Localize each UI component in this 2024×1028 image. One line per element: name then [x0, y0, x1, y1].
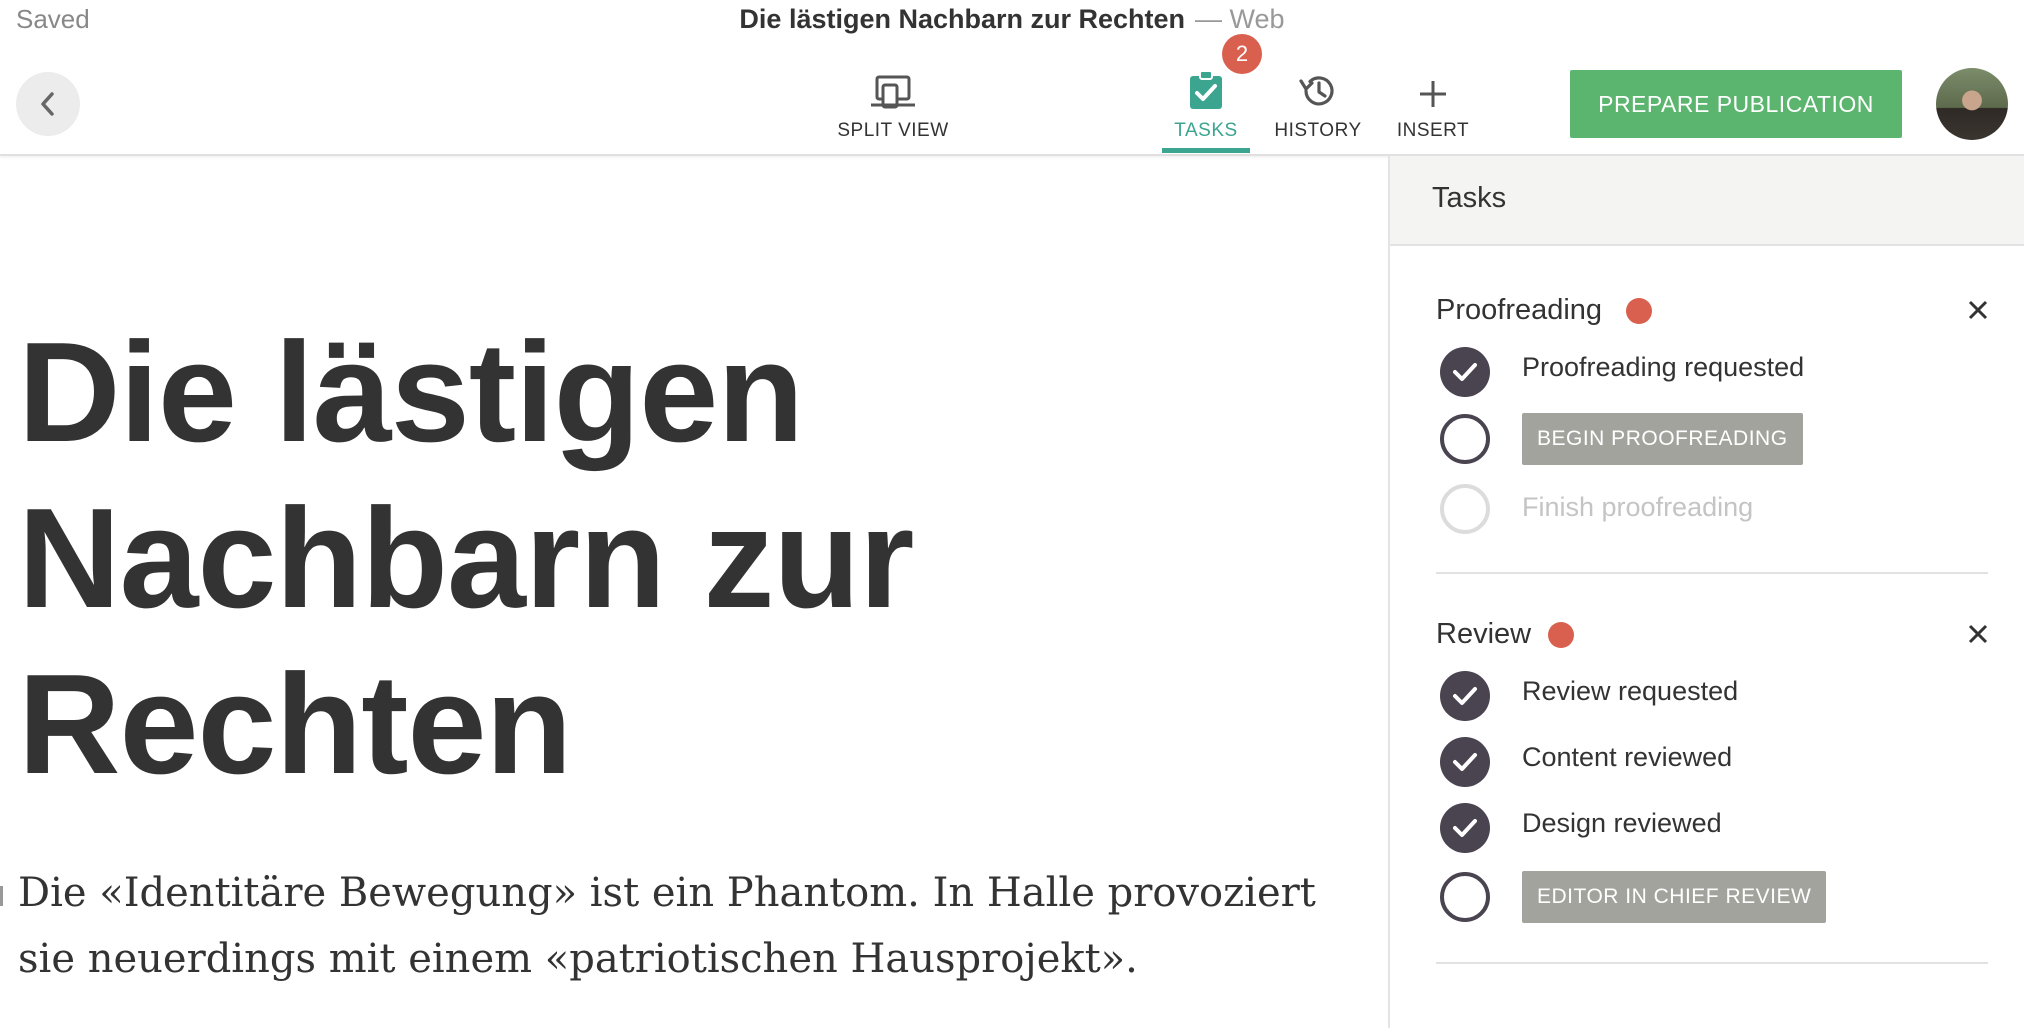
close-icon[interactable] [1964, 620, 1992, 648]
checkmark-icon [1453, 687, 1477, 705]
editor-in-chief-review-button[interactable]: EDITOR IN CHIEF REVIEW [1522, 871, 1827, 923]
checkmark-icon [1453, 819, 1477, 837]
task-group-title-proofreading: Proofreading [1436, 294, 1603, 326]
task-label: Design reviewed [1522, 808, 1722, 838]
split-view-icon [871, 75, 915, 109]
document-channel: — Web [1195, 4, 1285, 34]
task-checkbox-checked[interactable] [1440, 803, 1490, 853]
document-title-row: Die lästigen Nachbarn zur Rechten — Web [0, 4, 2024, 35]
user-avatar[interactable] [1936, 68, 2008, 140]
task-label: Proofreading requested [1522, 352, 1805, 382]
tasks-sidebar: Tasks Proofreading Proofreading requeste… [1388, 156, 2024, 1028]
document-title: Die lästigen Nachbarn zur Rechten [739, 4, 1186, 34]
history-label: HISTORY [1274, 120, 1362, 141]
status-dot [1548, 622, 1574, 648]
plus-icon [1420, 81, 1446, 107]
sidebar-title: Tasks [1432, 182, 1507, 214]
tasks-count-badge: 2 [1222, 34, 1262, 74]
status-dot [1626, 298, 1652, 324]
task-checkbox-checked[interactable] [1440, 671, 1490, 721]
chevron-left-icon [41, 92, 54, 116]
task-checkbox-unchecked[interactable] [1440, 414, 1490, 464]
group-divider [1436, 572, 1988, 574]
checkmark-icon [1453, 363, 1477, 381]
paragraph-marker [0, 886, 3, 906]
task-label: Content reviewed [1522, 742, 1733, 772]
back-button[interactable] [16, 72, 80, 136]
tasks-label: TASKS [1174, 120, 1238, 141]
split-view-label: SPLIT VIEW [837, 120, 949, 141]
tasks-clipboard-icon [1190, 70, 1222, 109]
task-checkbox-unchecked[interactable] [1440, 872, 1490, 922]
task-label-disabled: Finish proofreading [1522, 492, 1754, 522]
close-icon[interactable] [1964, 296, 1992, 324]
task-checkbox-disabled [1440, 484, 1490, 534]
task-checkbox-checked[interactable] [1440, 737, 1490, 787]
checkmark-icon [1453, 753, 1477, 771]
task-group-title-review: Review [1436, 618, 1532, 650]
tasks-button[interactable]: TASKS [1162, 64, 1250, 154]
task-checkbox-checked[interactable] [1440, 347, 1490, 397]
group-divider [1436, 962, 1988, 964]
split-view-button[interactable]: SPLIT VIEW [828, 64, 958, 154]
prepare-publication-button[interactable]: PREPARE PUBLICATION [1570, 70, 1902, 138]
task-label: Review requested [1522, 676, 1739, 706]
active-tab-indicator [1162, 148, 1250, 153]
top-bar: Saved Die lästigen Nachbarn zur Rechten —… [0, 0, 2024, 156]
history-icon [1299, 76, 1334, 106]
article-lead[interactable]: Die «Identitäre Bewegung» ist ein Phanto… [18, 860, 1363, 992]
history-button[interactable]: HISTORY [1270, 64, 1366, 154]
sidebar-header: Tasks [1390, 156, 2024, 246]
insert-label: INSERT [1396, 120, 1470, 141]
begin-proofreading-button[interactable]: BEGIN PROOFREADING [1522, 413, 1803, 465]
insert-button[interactable]: INSERT [1388, 64, 1478, 154]
article-headline[interactable]: Die lästigen Nachbarn zur Rechten [18, 310, 1018, 808]
